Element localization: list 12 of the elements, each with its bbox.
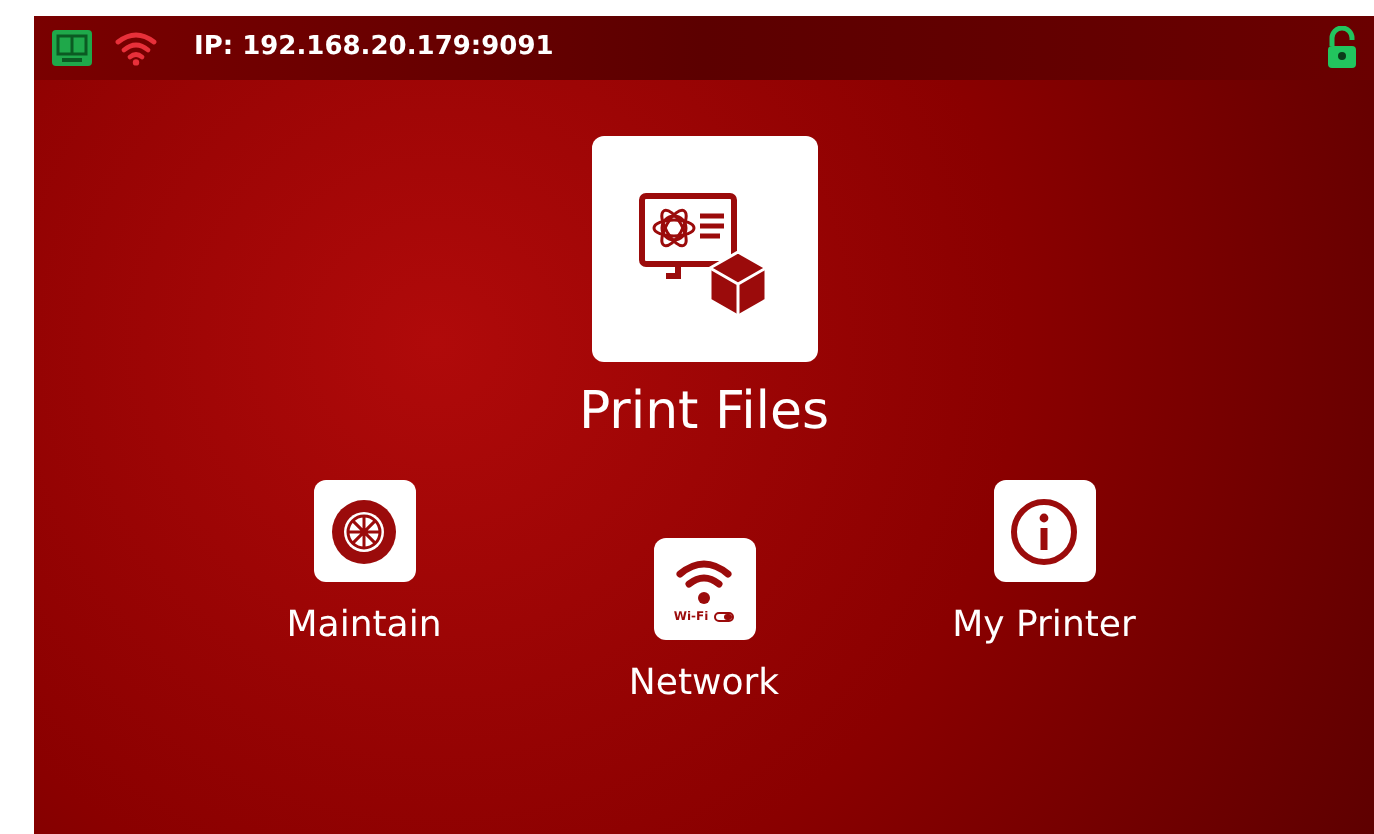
unlocked-padlock-icon[interactable]: [1326, 26, 1358, 70]
ip-address: IP: 192.168.20.179:9091: [194, 30, 556, 67]
menu-label[interactable]: My Printer: [952, 598, 1136, 652]
computer-with-cube-icon[interactable]: [591, 136, 817, 362]
info-icon[interactable]: [993, 480, 1095, 582]
menu-label[interactable]: Maintain: [286, 598, 442, 652]
menu-label[interactable]: Print Files: [578, 374, 830, 452]
toggle-icon: [714, 612, 735, 622]
printer-icon: [50, 28, 94, 68]
wheel-icon[interactable]: [313, 480, 415, 582]
wifi-icon: [674, 555, 734, 607]
menu-label[interactable]: Network: [628, 656, 780, 710]
